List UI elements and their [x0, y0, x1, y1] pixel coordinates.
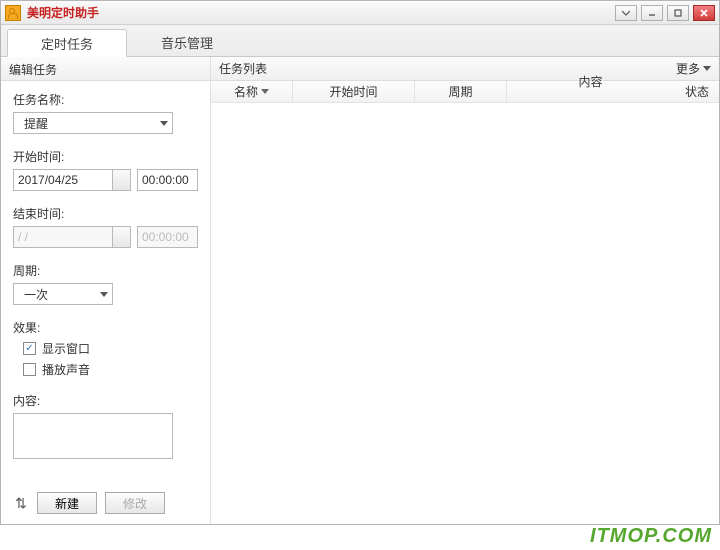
col-name[interactable]: 名称 — [211, 81, 293, 102]
period-value: 一次 — [18, 286, 48, 303]
app-title: 美明定时助手 — [27, 4, 615, 21]
edit-button[interactable]: 修改 — [105, 492, 165, 514]
chevron-down-icon — [703, 66, 711, 71]
col-start-time[interactable]: 开始时间 — [293, 81, 415, 102]
end-date-input[interactable]: / / — [13, 226, 113, 248]
task-list-header: 任务列表 更多 — [211, 57, 719, 81]
play-sound-option[interactable]: 播放声音 — [23, 361, 198, 378]
edit-task-form: 任务名称: 提醒 开始时间: 2017/04/25 00:00:00 — [1, 81, 210, 482]
play-sound-checkbox[interactable] — [23, 363, 36, 376]
show-window-option[interactable]: ✓ 显示窗口 — [23, 340, 198, 357]
task-list-body — [211, 103, 719, 524]
minimize-button[interactable] — [641, 5, 663, 21]
end-time-label: 结束时间: — [13, 205, 198, 222]
field-start-time: 开始时间: 2017/04/25 00:00:00 — [13, 148, 198, 191]
chevron-down-icon — [100, 292, 108, 297]
period-combo[interactable]: 一次 — [13, 283, 113, 305]
field-period: 周期: 一次 — [13, 262, 198, 305]
more-button[interactable]: 更多 — [676, 60, 711, 77]
task-list-panel: 任务列表 更多 名称 开始时间 周期 内容 状态 — [211, 57, 719, 524]
effect-label: 效果: — [13, 319, 198, 336]
show-window-checkbox[interactable]: ✓ — [23, 342, 36, 355]
period-label: 周期: — [13, 262, 198, 279]
window-buttons — [615, 5, 715, 21]
field-effect: 效果: ✓ 显示窗口 播放声音 — [13, 319, 198, 378]
content-label: 内容: — [13, 392, 198, 409]
titlebar: 美明定时助手 — [1, 1, 719, 25]
app-window: 美明定时助手 定时任务 音乐管理 编辑任务 任务名称: 提醒 — [0, 0, 720, 525]
show-window-label: 显示窗口 — [42, 340, 90, 357]
start-time-input[interactable]: 00:00:00 — [137, 169, 198, 191]
end-date-picker-button[interactable] — [113, 226, 131, 248]
field-end-time: 结束时间: / / 00:00:00 — [13, 205, 198, 248]
app-icon — [5, 5, 21, 21]
button-row: ⇅ 新建 修改 — [1, 492, 210, 524]
tabstrip: 定时任务 音乐管理 — [1, 25, 719, 57]
content-area: 编辑任务 任务名称: 提醒 开始时间: 2017/04/25 — [1, 57, 719, 524]
dropdown-button[interactable] — [615, 5, 637, 21]
edit-task-header: 编辑任务 — [1, 57, 210, 81]
task-name-value: 提醒 — [18, 115, 48, 132]
watermark: ITMOP.COM — [590, 525, 712, 548]
edit-task-panel: 编辑任务 任务名称: 提醒 开始时间: 2017/04/25 — [1, 57, 211, 524]
close-button[interactable] — [693, 5, 715, 21]
new-button[interactable]: 新建 — [37, 492, 97, 514]
task-list-title: 任务列表 — [219, 60, 267, 77]
task-name-combo[interactable]: 提醒 — [13, 112, 173, 134]
task-name-label: 任务名称: — [13, 91, 198, 108]
tab-music-manage[interactable]: 音乐管理 — [127, 28, 247, 56]
col-status[interactable]: 状态 — [675, 81, 719, 102]
maximize-button[interactable] — [667, 5, 689, 21]
col-period[interactable]: 周期 — [415, 81, 507, 102]
start-date-input[interactable]: 2017/04/25 — [13, 169, 113, 191]
content-textarea[interactable] — [13, 413, 173, 459]
column-headers: 名称 开始时间 周期 内容 状态 — [211, 81, 719, 103]
field-task-name: 任务名称: 提醒 — [13, 91, 198, 134]
tab-timer-tasks[interactable]: 定时任务 — [7, 29, 127, 57]
end-time-input[interactable]: 00:00:00 — [137, 226, 198, 248]
sort-icon — [261, 89, 269, 94]
start-date-picker-button[interactable] — [113, 169, 131, 191]
start-time-label: 开始时间: — [13, 148, 198, 165]
play-sound-label: 播放声音 — [42, 361, 90, 378]
chevron-down-icon — [160, 121, 168, 126]
refresh-icon[interactable]: ⇅ — [13, 495, 29, 512]
field-content: 内容: — [13, 392, 198, 462]
